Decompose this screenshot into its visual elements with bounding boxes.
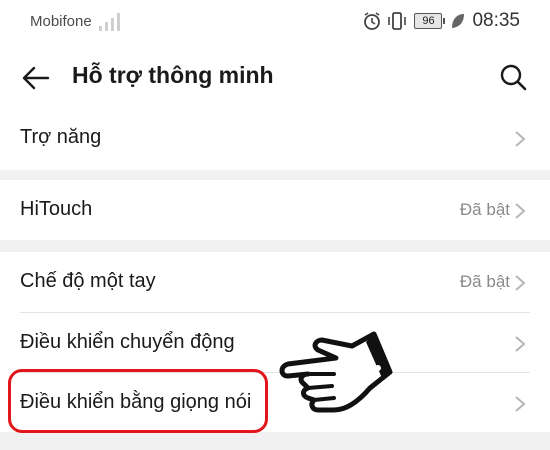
settings-item-accessibility[interactable]: Trợ năng: [0, 108, 550, 168]
settings-item-label: Chế độ một tay: [20, 270, 156, 292]
leaf-icon: [452, 14, 465, 28]
settings-item-hitouch[interactable]: HiTouch Đã bật: [0, 180, 550, 240]
status-bar: Mobifone 96 08:35: [0, 0, 550, 44]
alarm-icon: [364, 12, 381, 30]
vibrate-icon: [388, 12, 407, 30]
chevron-right-icon: [515, 275, 526, 291]
chevron-right-icon: [515, 131, 526, 147]
back-button[interactable]: [20, 62, 52, 94]
section-gap: [0, 432, 550, 450]
chevron-right-icon: [515, 396, 526, 412]
settings-item-label: Trợ năng: [20, 126, 102, 148]
settings-item-one-hand-mode[interactable]: Chế độ một tay Đã bật: [0, 252, 550, 312]
settings-item-motion-control[interactable]: Điều khiển chuyển động: [0, 313, 550, 373]
carrier-name: Mobifone: [30, 13, 92, 30]
highlight-box: [8, 369, 268, 433]
pointing-hand-icon: [279, 331, 393, 413]
settings-item-status: Đã bật: [459, 200, 510, 219]
battery-indicator: 96: [414, 13, 446, 29]
settings-item-label: HiTouch: [20, 198, 93, 220]
settings-item-label: Điều khiển chuyển động: [20, 331, 235, 353]
app-header: Hỗ trợ thông minh: [0, 48, 550, 108]
chevron-right-icon: [515, 336, 526, 352]
settings-item-status: Đã bật: [459, 272, 510, 291]
signal-icon: [99, 13, 120, 31]
section-gap: [0, 240, 550, 252]
search-icon[interactable]: [498, 62, 528, 92]
chevron-right-icon: [515, 203, 526, 219]
clock-time: 08:35: [472, 10, 520, 31]
page-title: Hỗ trợ thông minh: [72, 62, 274, 88]
